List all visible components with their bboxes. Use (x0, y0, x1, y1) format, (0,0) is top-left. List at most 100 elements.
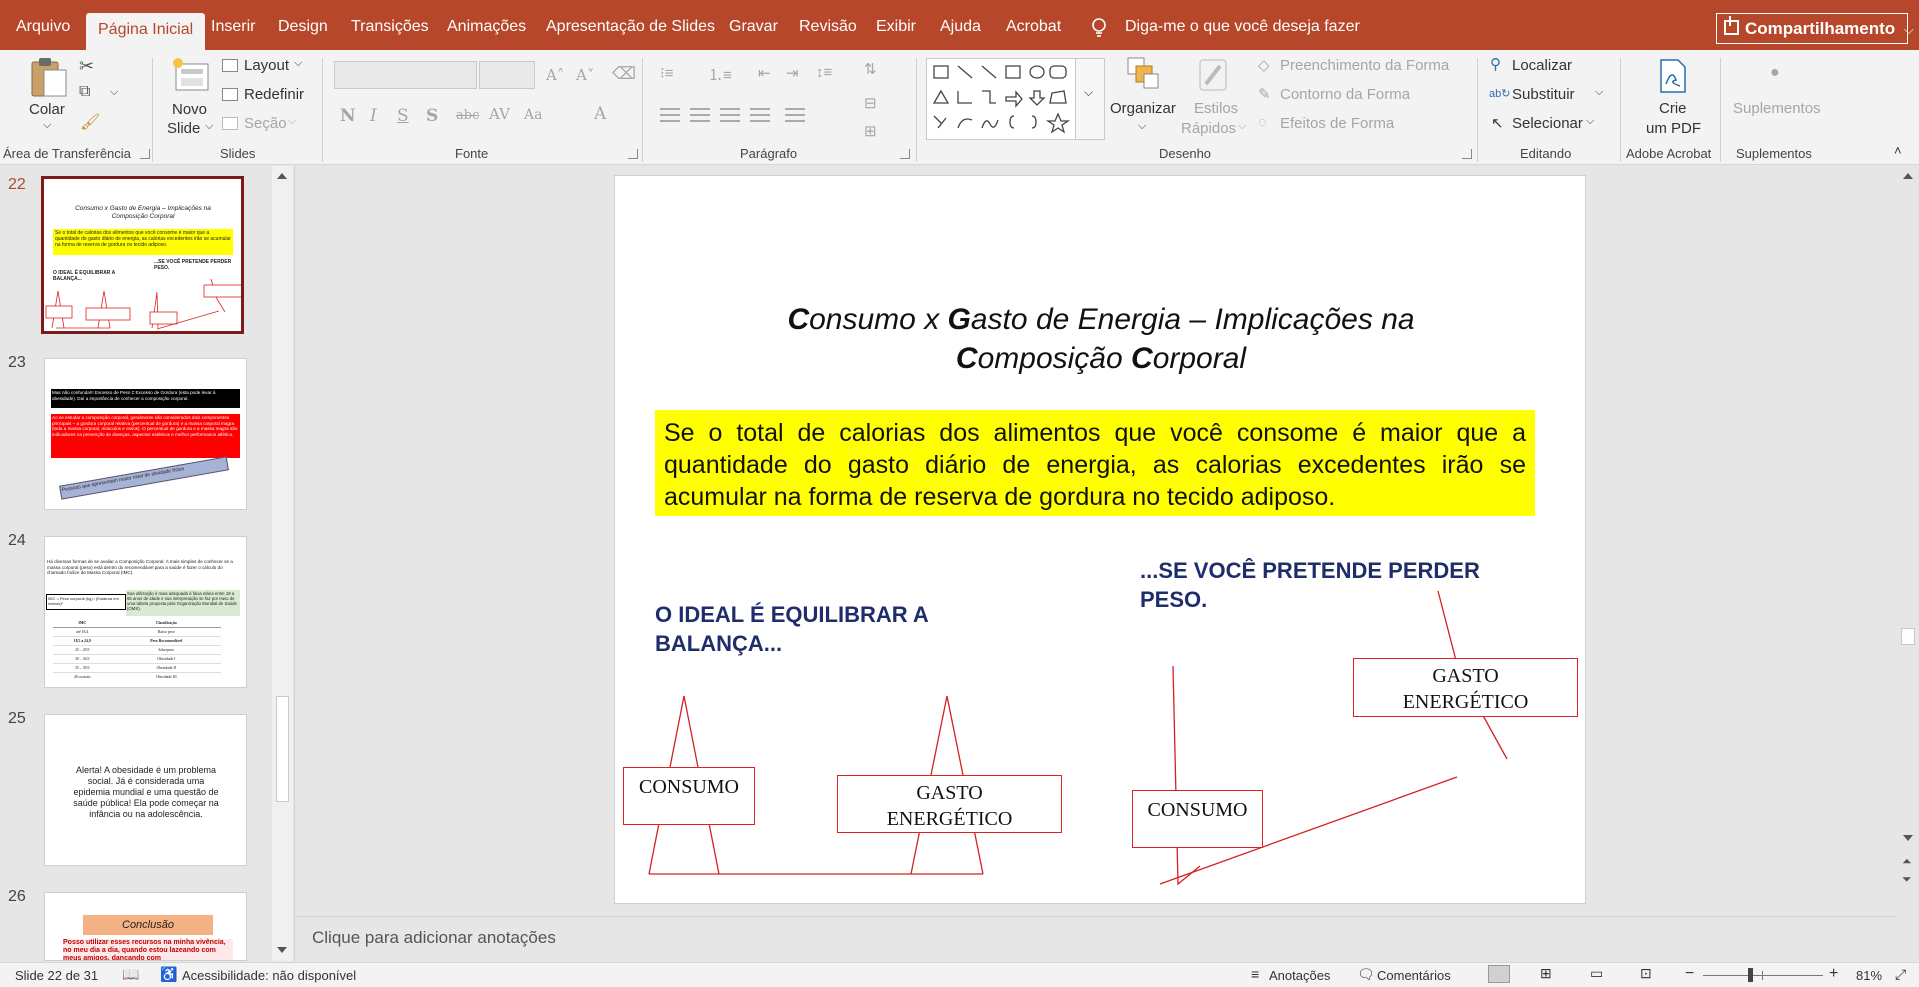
chevron-down-icon: ⌵ (205, 120, 214, 132)
dialog-launcher-icon[interactable] (900, 149, 910, 159)
spell-check-icon[interactable]: 📖 (122, 966, 139, 983)
reading-view-icon[interactable]: ▭ (1590, 965, 1603, 982)
collapse-ribbon-icon[interactable]: ˄ (1894, 143, 1902, 158)
comments-button[interactable]: Comentários (1377, 968, 1451, 983)
shapes-gallery-more[interactable]: ⌵ (1075, 58, 1105, 140)
tab-arquivo[interactable]: Arquivo (16, 18, 70, 36)
smartart-icon[interactable]: ⊞ (864, 122, 877, 140)
tab-inserir[interactable]: Inserir (211, 18, 255, 36)
tab-pagina-inicial[interactable]: Página Inicial (86, 13, 206, 50)
cut-icon[interactable]: ✂ (79, 56, 94, 77)
slide-thumbnail-22[interactable]: Consumo x Gasto de Energia – Implicações… (41, 176, 244, 334)
tab-exibir[interactable]: Exibir (876, 18, 916, 36)
notes-pane[interactable]: Clique para adicionar anotações (296, 916, 1896, 961)
justify-icon[interactable] (750, 108, 770, 122)
align-right-icon[interactable] (720, 108, 740, 122)
gasto-energetico-box[interactable]: GASTO ENERGÉTICO (1353, 658, 1578, 717)
select-button[interactable]: Selecionar (1512, 115, 1583, 132)
scrollbar-thumb[interactable] (1901, 628, 1915, 645)
tab-gravar[interactable]: Gravar (729, 18, 778, 36)
italic-icon[interactable]: I (370, 106, 377, 126)
scroll-up-icon[interactable] (277, 173, 287, 179)
thumbnail-scrollbar[interactable] (272, 166, 293, 961)
underline-icon[interactable]: S (397, 106, 409, 126)
previous-slide-icon[interactable]: ⏶ (1902, 854, 1912, 869)
character-spacing-icon[interactable]: AV (489, 105, 510, 123)
slide-sorter-icon[interactable]: ⊞ (1540, 965, 1552, 982)
clear-formatting-icon[interactable]: ⌫ (612, 64, 636, 84)
scroll-up-icon[interactable] (1903, 173, 1913, 179)
align-text-icon[interactable]: ⊟ (864, 94, 877, 112)
increase-font-icon[interactable]: A˄ (546, 66, 564, 84)
scroll-down-icon[interactable] (277, 947, 287, 953)
next-slide-icon[interactable]: ⏷ (1902, 872, 1912, 887)
tab-design[interactable]: Design (278, 18, 328, 36)
dialog-launcher-icon[interactable] (140, 149, 150, 159)
tab-revisao[interactable]: Revisão (799, 18, 857, 36)
zoom-in-icon[interactable]: + (1829, 965, 1838, 983)
replace-button[interactable]: Substituir (1512, 86, 1575, 103)
decrease-font-icon[interactable]: A˅ (576, 66, 594, 84)
columns-icon[interactable] (785, 108, 805, 122)
strikethrough-icon[interactable]: abc (456, 108, 479, 123)
fit-to-window-icon[interactable]: ⤢ (1895, 966, 1906, 983)
slide-thumbnail-25[interactable]: Alerta! A obesidade é um problema social… (44, 714, 247, 866)
slide-thumbnail-23[interactable]: Mas não confunda!!! Excesso de Peso ≠ Ex… (44, 358, 247, 510)
numbering-icon[interactable]: ⒈≡ (708, 64, 732, 85)
tab-ajuda[interactable]: Ajuda (940, 18, 981, 36)
line-spacing-icon[interactable]: ↕≡ (816, 64, 832, 81)
shape-fill-button[interactable]: Preenchimento da Forma (1280, 57, 1449, 74)
tab-apresentacao[interactable]: Apresentação de Slides (546, 18, 715, 36)
font-color-icon[interactable]: A (594, 104, 606, 124)
tab-acrobat[interactable]: Acrobat (1006, 18, 1061, 36)
share-button[interactable]: Compartilhamento ⌵ (1716, 13, 1914, 44)
align-center-icon[interactable] (690, 108, 710, 122)
scroll-down-icon[interactable] (1903, 835, 1913, 841)
format-painter-icon[interactable]: 🖌 (80, 112, 100, 132)
scrollbar-thumb[interactable] (276, 696, 289, 802)
shape-effects-button[interactable]: Efeitos de Forma (1280, 115, 1394, 132)
tell-me-search[interactable]: Diga-me o que você deseja fazer (1125, 18, 1360, 36)
zoom-slider-thumb[interactable] (1748, 968, 1754, 982)
change-case-icon[interactable]: Aa (524, 107, 542, 123)
accessibility-icon[interactable]: ♿ (160, 966, 177, 983)
notes-toggle-button[interactable]: Anotações (1269, 968, 1330, 983)
chevron-down-icon[interactable]: ⌵ (1595, 86, 1603, 99)
zoom-out-icon[interactable]: − (1685, 965, 1694, 983)
font-name-field[interactable] (334, 61, 477, 89)
consumo-box[interactable]: CONSUMO (1132, 790, 1263, 848)
text-direction-icon[interactable]: ⇅ (864, 60, 877, 78)
slide-canvas[interactable]: Consumo x Gasto de Energia – Implicações… (614, 175, 1586, 904)
shapes-gallery[interactable] (926, 58, 1076, 140)
bullets-icon[interactable]: ⁝≡ (660, 64, 674, 82)
decrease-indent-icon[interactable]: ⇤ (758, 64, 771, 82)
notes-placeholder[interactable]: Clique para adicionar anotações (312, 928, 556, 948)
bold-icon[interactable]: N (340, 106, 356, 126)
slide-thumbnail-24[interactable]: Há diversas formas de se avaliar a Compo… (44, 536, 247, 688)
align-left-icon[interactable] (660, 108, 680, 122)
shadow-icon[interactable]: S (426, 106, 438, 126)
thumb-title: Conclusão (83, 915, 213, 935)
chevron-down-icon[interactable]: ⌵ (110, 86, 118, 99)
tab-transicoes[interactable]: Transições (351, 18, 429, 36)
gasto-energetico-box[interactable]: GASTO ENERGÉTICO (837, 775, 1062, 833)
zoom-level[interactable]: 81% (1856, 968, 1882, 983)
zoom-slider[interactable] (1703, 968, 1823, 982)
copy-icon[interactable]: ⧉ (79, 83, 90, 101)
find-button[interactable]: Localizar (1512, 57, 1572, 74)
shape-outline-button[interactable]: Contorno da Forma (1280, 86, 1410, 103)
dialog-launcher-icon[interactable] (1462, 149, 1472, 159)
divider (916, 58, 917, 162)
chevron-down-icon[interactable]: ⌵ (1586, 115, 1594, 128)
slide-thumbnail-26[interactable]: Conclusão Posso utilizar esses recursos … (44, 892, 247, 961)
normal-view-icon[interactable] (1488, 965, 1510, 983)
accessibility-status[interactable]: Acessibilidade: não disponível (182, 968, 356, 983)
slideshow-icon[interactable]: ⊡ (1640, 965, 1652, 982)
consumo-box[interactable]: CONSUMO (623, 767, 755, 825)
dialog-launcher-icon[interactable] (628, 149, 638, 159)
font-size-field[interactable] (479, 61, 535, 89)
status-bar: Slide 22 de 31 📖 ♿ Acessibilidade: não d… (0, 962, 1919, 987)
increase-indent-icon[interactable]: ⇥ (786, 64, 799, 82)
editor-scrollbar[interactable]: ⏶ ⏷ (1898, 166, 1919, 915)
tab-animacoes[interactable]: Animações (447, 18, 526, 36)
